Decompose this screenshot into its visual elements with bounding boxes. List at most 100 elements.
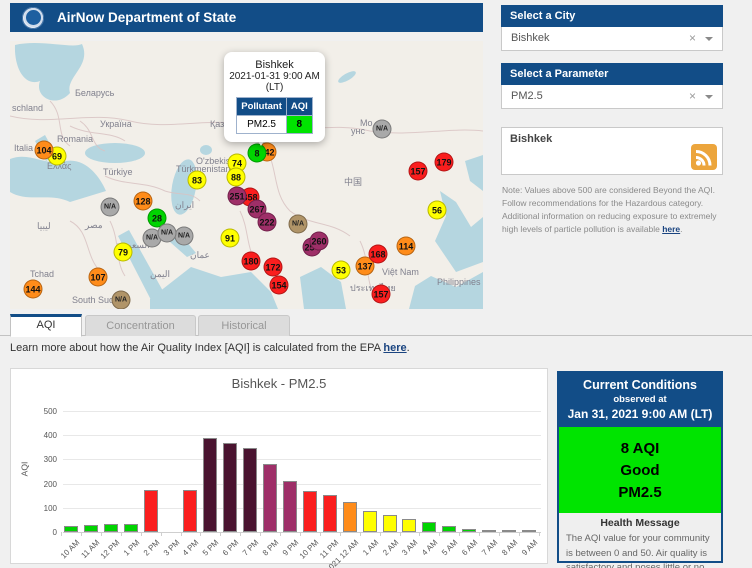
map-marker[interactable]: 128: [133, 191, 153, 211]
chart-bar[interactable]: [143, 489, 158, 532]
chart-bar[interactable]: [183, 490, 198, 532]
chart-gridline: [63, 435, 541, 437]
map-marker[interactable]: 222: [257, 212, 277, 232]
tab-concentration[interactable]: Concentration: [85, 315, 196, 336]
city-dropdown-caret-icon[interactable]: [705, 37, 713, 41]
chart-bar[interactable]: [322, 495, 337, 532]
chart-bar[interactable]: [502, 530, 517, 532]
map-marker[interactable]: 260: [309, 231, 329, 251]
map-marker[interactable]: N/A: [157, 223, 177, 243]
chart-bar[interactable]: [462, 529, 477, 532]
chart-bar[interactable]: [521, 530, 536, 532]
chart-gridline: [63, 483, 541, 485]
map-marker[interactable]: 251: [227, 186, 247, 206]
map-marker[interactable]: 91: [220, 228, 240, 248]
chart-x-tickmark: [80, 532, 82, 536]
chart-bar[interactable]: [302, 490, 317, 532]
map-marker[interactable]: 107: [88, 267, 108, 287]
map-label: Türkiye: [103, 167, 133, 177]
chart-bar[interactable]: [283, 481, 297, 532]
map-marker[interactable]: 83: [187, 170, 207, 190]
map-marker[interactable]: N/A: [111, 290, 131, 309]
rss-icon[interactable]: [691, 144, 717, 170]
note-here-link[interactable]: here: [662, 224, 680, 234]
chart-bar[interactable]: [263, 464, 278, 532]
chart-bar[interactable]: [243, 447, 258, 532]
chart-y-tick: 0: [52, 528, 57, 537]
popup-col-aqi: AQI: [285, 97, 313, 116]
chart-bar[interactable]: [442, 525, 457, 532]
map-label: Беларусь: [75, 88, 115, 98]
observed-at-label: observed at: [613, 394, 667, 405]
chart-x-tickmark: [518, 532, 520, 536]
observed-datetime: Jan 31, 2021 9:00 AM (LT): [567, 407, 713, 421]
chart-bar[interactable]: [123, 523, 138, 532]
map-marker[interactable]: 157: [408, 161, 428, 181]
map-marker[interactable]: 179: [434, 152, 454, 172]
map-marker[interactable]: 79: [113, 242, 133, 262]
map-marker[interactable]: 53: [331, 260, 351, 280]
beyond-aqi-note: Note: Values above 500 are considered Be…: [502, 184, 723, 236]
chart-gridline: [63, 411, 541, 412]
map-label: Україна: [100, 119, 132, 129]
chart-x-tickmark: [538, 532, 540, 536]
chart-bar[interactable]: [64, 525, 78, 532]
map-marker[interactable]: N/A: [174, 226, 194, 246]
map-marker[interactable]: 168: [368, 244, 388, 264]
learn-more-here-link[interactable]: here: [383, 342, 406, 354]
map-label: Tchad: [30, 269, 55, 279]
map-marker[interactable]: 157: [371, 284, 391, 304]
chart-bar[interactable]: [83, 524, 98, 532]
chart-bar[interactable]: [422, 521, 437, 532]
dos-seal-logo: [22, 6, 44, 29]
map-label: ليبيا: [37, 221, 51, 231]
chart-bar[interactable]: [203, 438, 218, 532]
chart-bar[interactable]: [362, 511, 377, 532]
map-marker[interactable]: N/A: [288, 214, 308, 234]
chart-x-tickmark: [399, 532, 401, 536]
chart-bar[interactable]: [382, 515, 397, 532]
chart-bar[interactable]: [223, 442, 238, 532]
chart-x-tickmark: [200, 532, 202, 536]
note-text: Note: Values above 500 are considered Be…: [502, 185, 717, 234]
chart-x-tickmark: [359, 532, 361, 536]
map-marker[interactable]: N/A: [372, 119, 392, 139]
map-marker[interactable]: 56: [427, 200, 447, 220]
chart-title: Bishkek - PM2.5: [231, 376, 327, 391]
map-label: schland: [12, 103, 44, 113]
chart-x-tickmark: [180, 532, 182, 536]
popup-datetime: 2021-01-31 9:00 AM: [229, 71, 320, 82]
select-parameter-header: Select a Parameter: [501, 63, 723, 85]
map-label: 中国: [344, 177, 363, 187]
map-label: Việt Nam: [382, 267, 419, 277]
chart-bar[interactable]: [402, 518, 417, 532]
map-marker[interactable]: 172: [263, 257, 283, 277]
map-marker[interactable]: 8: [247, 143, 267, 163]
map-marker[interactable]: N/A: [100, 197, 120, 217]
popup-table: Pollutant AQI PM2.5 8: [236, 97, 313, 134]
chart-bar[interactable]: [342, 502, 357, 532]
aqi-map[interactable]: Беларусь schland Україна Romania Italia Ελλάς…: [10, 41, 483, 309]
parameter-clear-icon[interactable]: ×: [689, 85, 696, 108]
health-message-block: Health Message The AQI value for your co…: [559, 513, 721, 568]
chart-x-tickmark: [419, 532, 421, 536]
chart-y-tick: 200: [43, 479, 57, 489]
map-marker[interactable]: 88: [226, 167, 246, 187]
chart-x-tickmark: [339, 532, 341, 536]
chart-bar[interactable]: [482, 530, 497, 532]
map-marker[interactable]: 154: [269, 275, 289, 295]
map-marker[interactable]: 144: [23, 279, 43, 299]
tab-historical[interactable]: Historical: [198, 315, 290, 336]
parameter-dropdown-caret-icon[interactable]: [705, 95, 713, 99]
popup-aqi-value: 8: [285, 115, 313, 134]
aqi-bar-chart: Bishkek - PM2.5 AQI 0 100 200 300 400 500 10 A…: [10, 368, 548, 568]
city-select[interactable]: Bishkek ×: [501, 27, 723, 51]
map-marker[interactable]: 104: [34, 140, 54, 160]
city-clear-icon[interactable]: ×: [689, 27, 696, 50]
popup-col-pollutant: Pollutant: [236, 97, 287, 116]
tab-aqi[interactable]: AQI: [10, 314, 82, 337]
chart-bar[interactable]: [103, 523, 118, 532]
parameter-select[interactable]: PM2.5 ×: [501, 85, 723, 109]
map-marker[interactable]: 180: [241, 251, 261, 271]
map-marker[interactable]: 114: [396, 236, 416, 256]
